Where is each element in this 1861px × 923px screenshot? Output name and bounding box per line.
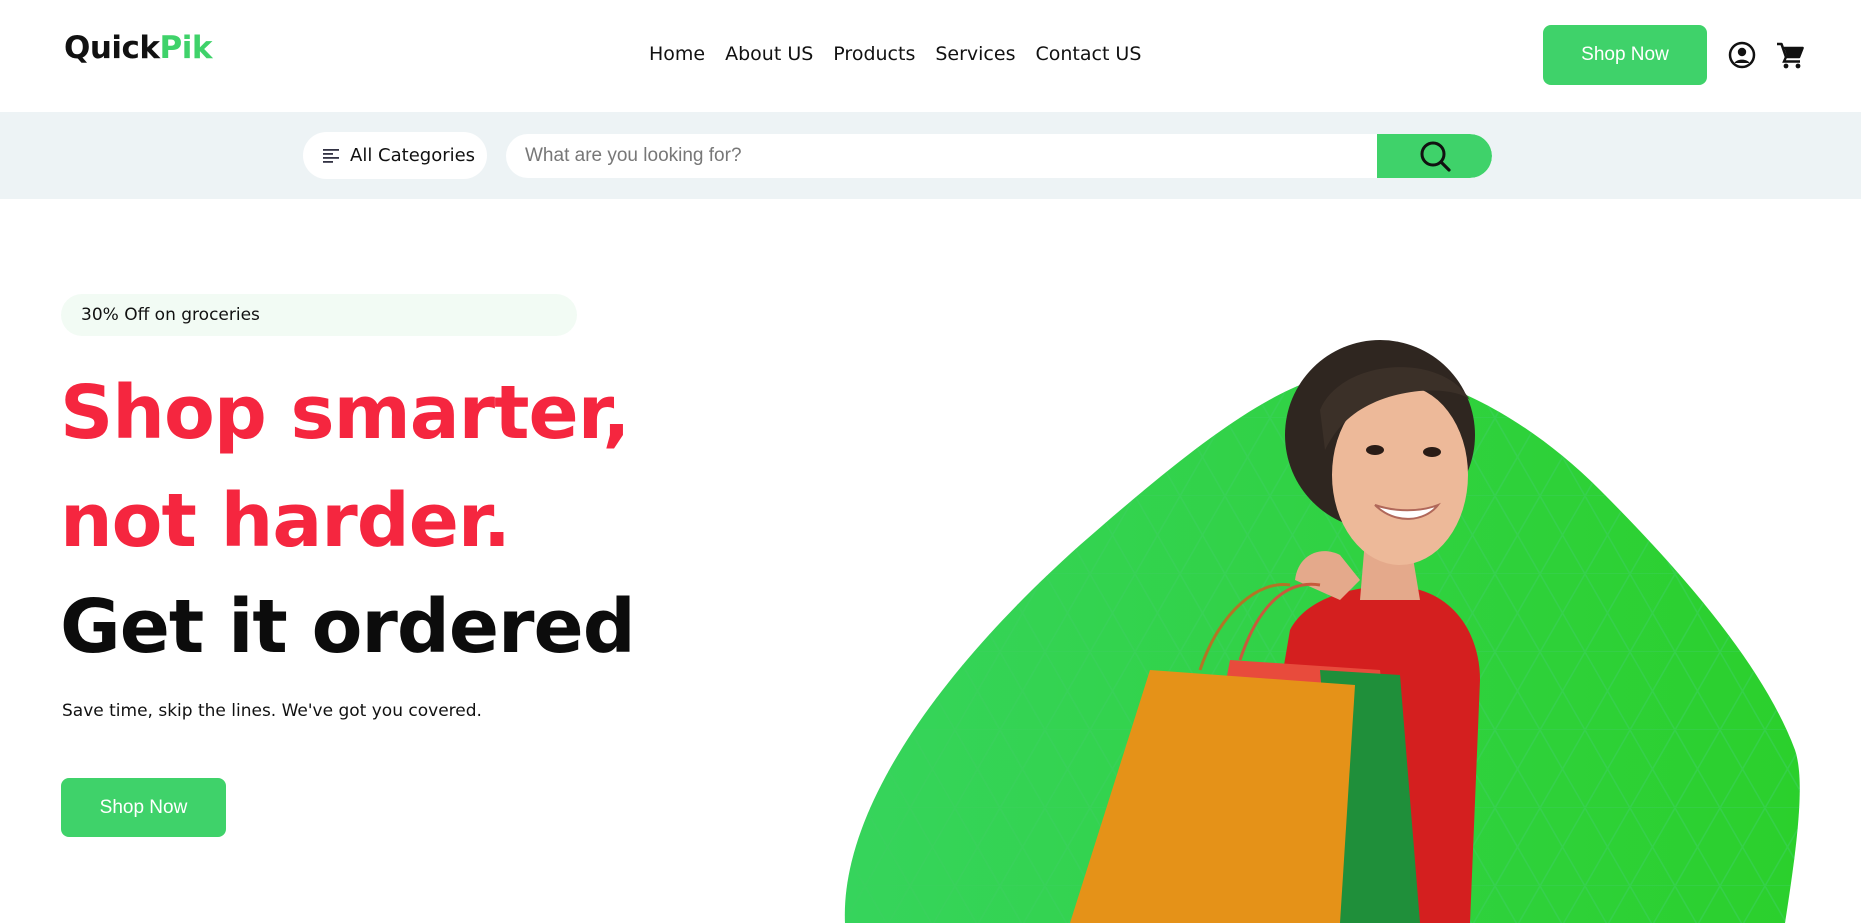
- nav-about-us[interactable]: About US: [725, 43, 813, 65]
- search-icon: [1420, 141, 1451, 172]
- logo-text-pik: Pik: [159, 30, 213, 66]
- header-shop-now-button[interactable]: Shop Now: [1543, 25, 1707, 85]
- site-header: QuickPik Home About US Products Services…: [0, 0, 1861, 112]
- search-input[interactable]: [506, 134, 1376, 178]
- logo-text-quick: Quick: [64, 30, 160, 66]
- hero-headline-line2: not harder.: [60, 478, 511, 564]
- nav-contact-us[interactable]: Contact US: [1035, 43, 1141, 65]
- user-circle-icon[interactable]: [1728, 41, 1756, 69]
- hero-image: [844, 340, 1800, 923]
- nav-services[interactable]: Services: [935, 43, 1015, 65]
- search-button[interactable]: [1377, 134, 1492, 178]
- search-band: All Categories: [0, 112, 1861, 199]
- nav-home[interactable]: Home: [649, 43, 705, 65]
- nav-products[interactable]: Products: [833, 43, 915, 65]
- menu-lines-icon: [323, 148, 339, 163]
- hero-subtitle: Save time, skip the lines. We've got you…: [62, 701, 482, 721]
- hero-headline-line1: Shop smarter,: [60, 370, 630, 456]
- logo[interactable]: QuickPik: [64, 30, 213, 66]
- all-categories-label: All Categories: [350, 145, 476, 166]
- promo-badge: 30% Off on groceries: [61, 294, 577, 336]
- all-categories-button[interactable]: All Categories: [303, 132, 487, 179]
- hero-shop-now-button[interactable]: Shop Now: [61, 778, 226, 837]
- search-box: [506, 134, 1492, 178]
- main-nav: Home About US Products Services Contact …: [649, 43, 1161, 65]
- shopping-cart-icon[interactable]: [1775, 40, 1805, 70]
- hero-headline-line3: Get it ordered: [60, 584, 636, 670]
